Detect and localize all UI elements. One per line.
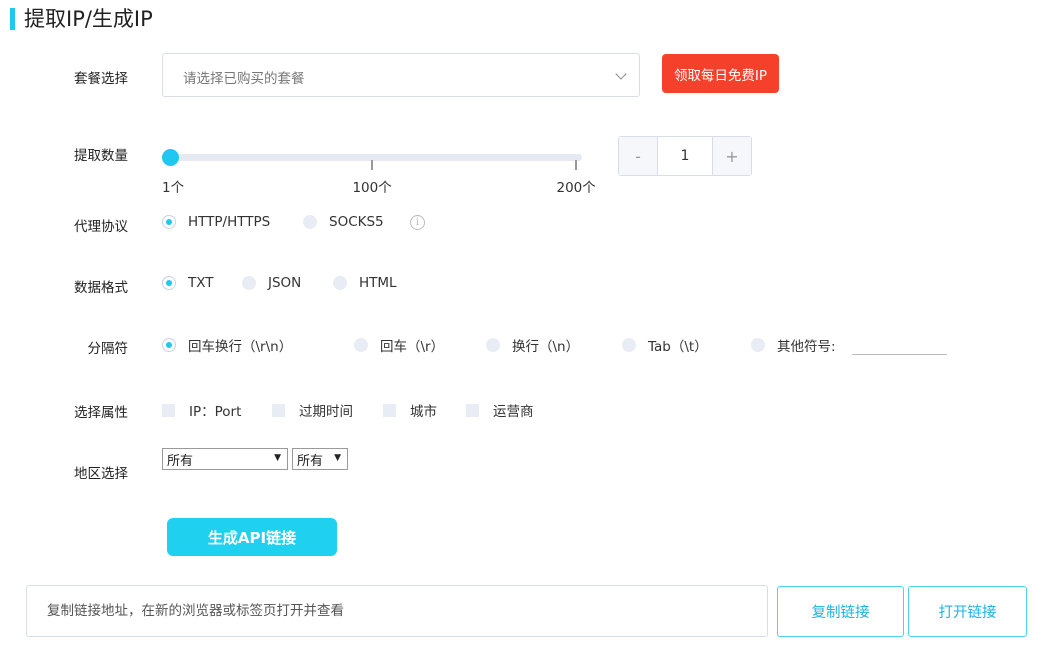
region-label: 地区选择	[74, 466, 128, 482]
radio-other[interactable]: 其他符号:	[751, 335, 836, 355]
radio-label: SOCKS5	[329, 214, 384, 230]
other-separator-input[interactable]	[852, 334, 947, 355]
format-label: 数据格式	[74, 280, 128, 296]
radio-label: JSON	[268, 275, 302, 291]
radio-html[interactable]: HTML	[333, 275, 397, 291]
caret-down-icon: ▼	[334, 453, 341, 463]
quantity-label: 提取数量	[74, 148, 128, 164]
package-select[interactable]: 请选择已购买的套餐	[162, 53, 640, 97]
generate-api-link-button[interactable]: 生成API链接	[167, 518, 337, 556]
checkbox-label: 城市	[410, 404, 437, 420]
checkbox-city[interactable]: 城市	[383, 400, 437, 420]
city-select[interactable]: 所有 ▼	[292, 448, 348, 470]
radio-label: 回车换行（\r\n）	[188, 339, 293, 355]
checkbox-indicator	[162, 403, 175, 417]
open-link-button[interactable]: 打开链接	[908, 586, 1027, 637]
radio-crlf[interactable]: 回车换行（\r\n）	[162, 335, 292, 355]
radio-label: 其他符号:	[777, 339, 836, 355]
checkbox-label: IP：Port	[189, 404, 242, 420]
checkbox-indicator	[466, 403, 479, 417]
checkbox-label: 过期时间	[299, 404, 353, 420]
quantity-stepper: - 1 +	[618, 136, 752, 176]
radio-label: 回车（\r）	[380, 339, 445, 355]
radio-txt[interactable]: TXT	[162, 275, 214, 291]
radio-cr[interactable]: 回车（\r）	[354, 335, 444, 355]
radio-indicator	[486, 338, 500, 352]
radio-label: Tab（\t）	[648, 339, 708, 355]
slider-tick-label: 200个	[556, 180, 596, 196]
radio-indicator	[303, 215, 317, 229]
quantity-slider-track[interactable]	[170, 154, 582, 161]
radio-indicator	[622, 338, 636, 352]
radio-http-https[interactable]: HTTP/HTTPS	[162, 214, 270, 230]
decrement-button[interactable]: -	[619, 137, 657, 175]
copy-link-button[interactable]: 复制链接	[777, 586, 904, 637]
protocol-label: 代理协议	[74, 219, 128, 235]
slider-tick-label: 1个	[162, 180, 185, 196]
province-select[interactable]: 所有 ▼	[162, 448, 288, 470]
radio-indicator	[751, 338, 765, 352]
checkbox-isp[interactable]: 运营商	[466, 400, 534, 420]
caret-down-icon: ▼	[274, 453, 281, 463]
slider-tick-label: 100个	[352, 180, 392, 196]
radio-lf[interactable]: 换行（\n）	[486, 335, 579, 355]
radio-socks5[interactable]: SOCKS5	[303, 214, 384, 230]
quantity-slider-handle[interactable]	[161, 149, 179, 166]
radio-indicator	[162, 215, 176, 229]
radio-indicator	[162, 338, 176, 352]
quantity-value[interactable]: 1	[657, 137, 713, 175]
checkbox-indicator	[383, 403, 396, 417]
separator-label: 分隔符	[87, 341, 129, 357]
slider-tick	[370, 160, 373, 170]
page-title: 提取IP/生成IP	[24, 7, 153, 31]
checkbox-indicator	[272, 403, 285, 417]
attributes-label: 选择属性	[74, 405, 128, 421]
info-circle-icon[interactable]: i	[410, 215, 425, 230]
city-select-value: 所有	[297, 453, 324, 469]
package-label: 套餐选择	[74, 71, 128, 87]
package-select-placeholder: 请选择已购买的套餐	[183, 71, 305, 87]
checkbox-label: 运营商	[493, 404, 534, 420]
radio-json[interactable]: JSON	[242, 275, 301, 291]
checkbox-expire-time[interactable]: 过期时间	[272, 400, 353, 420]
radio-label: TXT	[188, 275, 214, 291]
free-ip-button[interactable]: 领取每日免费IP	[662, 54, 779, 93]
radio-label: HTML	[359, 275, 397, 291]
chevron-down-icon	[615, 68, 627, 80]
slider-tick	[575, 160, 577, 170]
radio-indicator	[354, 338, 368, 352]
radio-indicator	[333, 276, 347, 290]
increment-button[interactable]: +	[713, 137, 751, 175]
title-accent-bar	[10, 8, 15, 30]
radio-indicator	[162, 276, 176, 290]
radio-indicator	[242, 276, 256, 290]
radio-label: 换行（\n）	[512, 339, 580, 355]
api-link-input[interactable]	[26, 585, 768, 637]
province-select-value: 所有	[167, 453, 194, 469]
radio-label: HTTP/HTTPS	[188, 214, 271, 230]
checkbox-ip-port[interactable]: IP：Port	[162, 400, 241, 420]
radio-tab[interactable]: Tab（\t）	[622, 335, 708, 355]
